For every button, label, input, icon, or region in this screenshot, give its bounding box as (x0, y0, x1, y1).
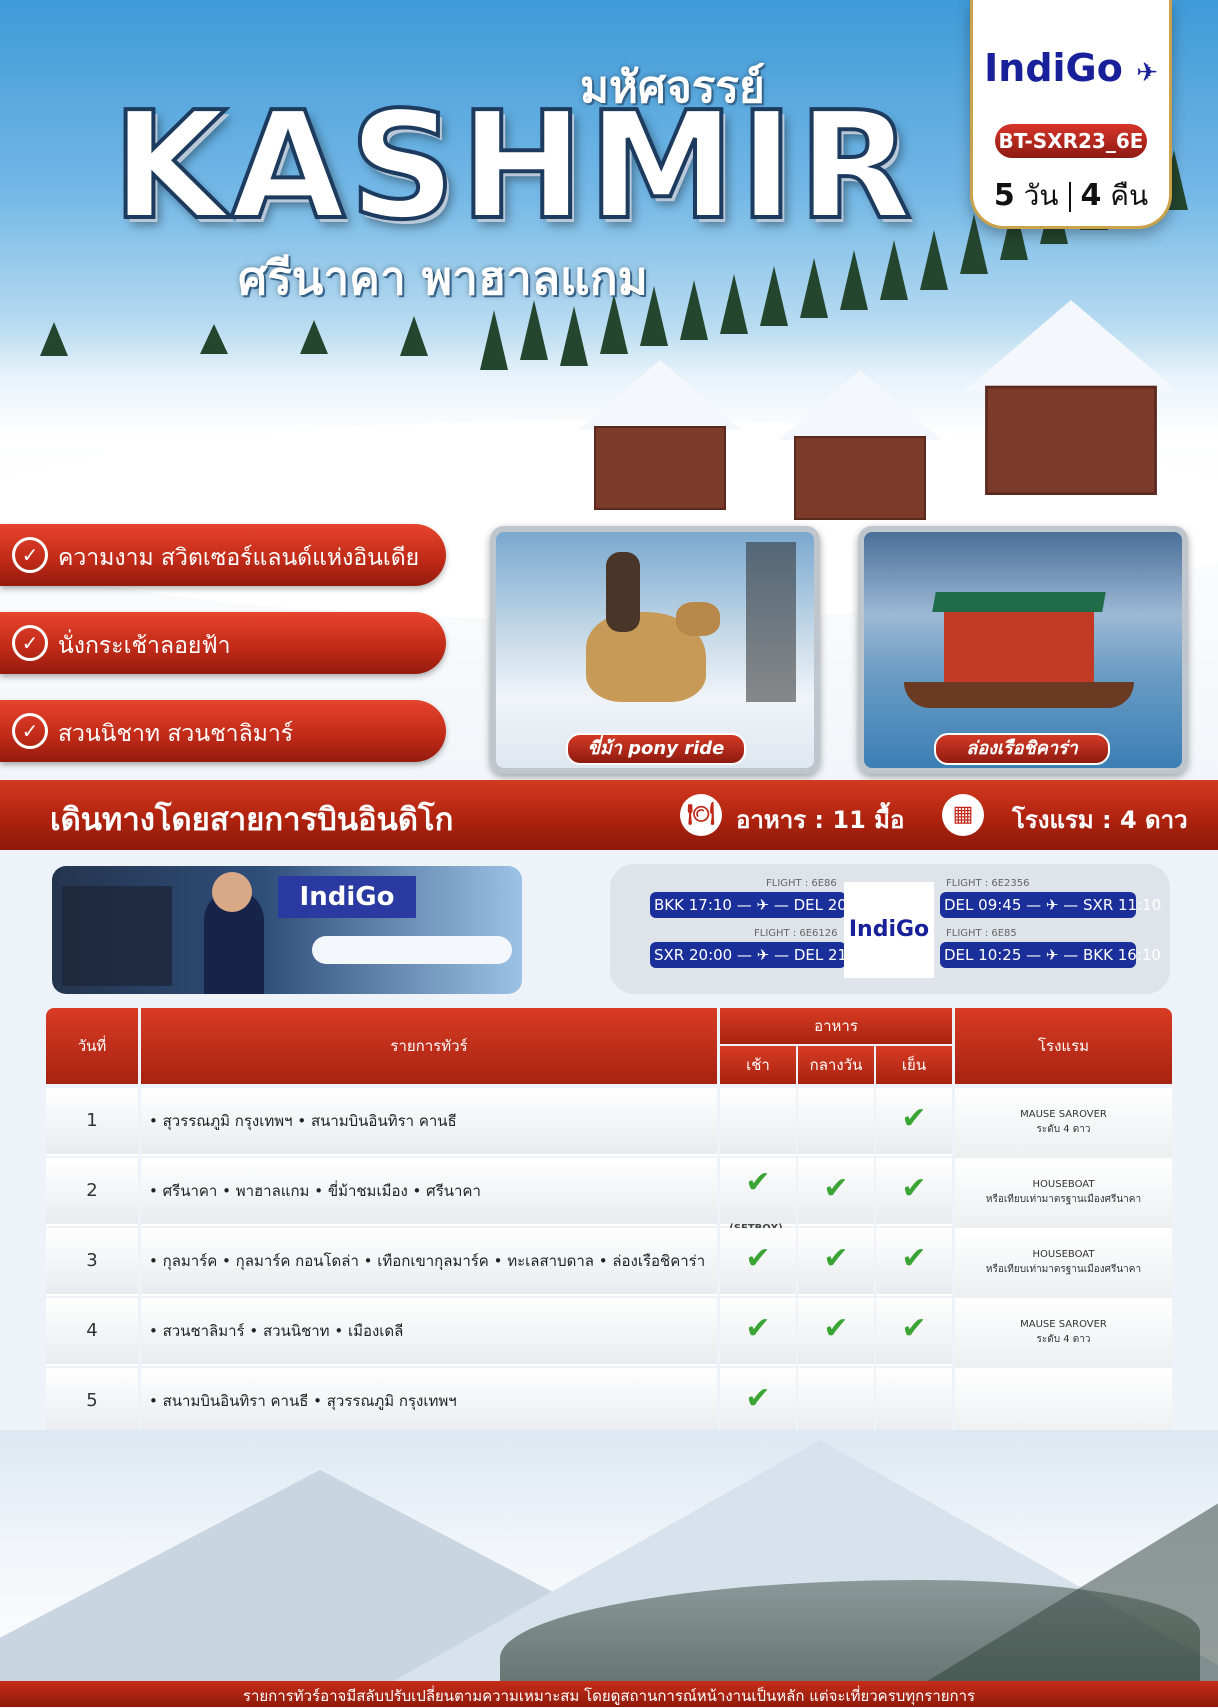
header-hotel: โรงแรม (955, 1008, 1172, 1084)
hotel-rating: โรงแรม : 4 ดาว (1012, 806, 1188, 834)
header-dinner: เย็น (876, 1046, 952, 1084)
flight-schedule: FLIGHT : 6E86 BKK 17:10 — ✈ — DEL 20:20 … (610, 864, 1170, 994)
table-row: 2 • ศรีนาคา • พาฮาลแกม • ขี่ม้าชมเมือง •… (46, 1158, 1172, 1245)
meal-icon: 🍽 (680, 794, 722, 836)
tour-code: BT-SXR23_6E (995, 124, 1147, 158)
table-row: 3 • กุลมาร์ค • กุลมาร์ค กอนโดล่า • เทือก… (46, 1228, 1172, 1315)
indigo-logo: IndiGo (844, 882, 934, 978)
indigo-logo: IndiGo ✈ (984, 46, 1158, 90)
flight-route: SXR 20:00 — ✈ — DEL 21:45 (650, 942, 871, 968)
mountain-scenery (0, 1430, 1218, 1707)
table-row: 1 • สุวรรณภูมิ กรุงเทพฯ • สนามบินอินทิรา… (46, 1088, 1172, 1175)
headline-kashmir: KASHMIR (110, 80, 916, 252)
header-day: วันที่ (46, 1008, 138, 1084)
check-icon (720, 1088, 796, 1156)
check-icon (876, 1368, 952, 1436)
indigo-logo: IndiGo (278, 876, 416, 918)
highlight-pill: ✓ ความงาม สวิตเซอร์แลนด์แห่งอินเดีย (0, 524, 446, 586)
check-icon: ✔ (876, 1158, 952, 1226)
check-circle-icon: ✓ (12, 537, 48, 573)
duration: 5 วัน 4 คืน (993, 178, 1149, 213)
hotel-icon: ▦ (942, 794, 984, 836)
plane-icon: ✈ (1136, 58, 1158, 88)
check-icon: ✔ (798, 1158, 874, 1226)
check-circle-icon: ✓ (12, 713, 48, 749)
headline-sub: ศรีนาคา พาฮาลแกม (238, 251, 648, 305)
check-icon: ✔ (720, 1368, 796, 1436)
airline-photo-banner: IndiGo (52, 866, 522, 994)
check-icon: ✔(SETBOX) (720, 1158, 796, 1234)
photo-caption: ล่องเรือชิคาร่า (934, 733, 1110, 765)
check-icon: ✔ (876, 1088, 952, 1156)
flight-route: DEL 09:45 — ✈ — SXR 11:10 (940, 892, 1161, 918)
highlight-pill: ✓ สวนนิชาท สวนชาลิมาร์ (0, 700, 446, 762)
header-breakfast: เช้า (720, 1046, 796, 1084)
meals-count: อาหาร : 11 มื้อ (736, 806, 905, 834)
check-icon: ✔ (798, 1228, 874, 1296)
flight-route: BKK 17:10 — ✈ — DEL 20:20 (650, 892, 871, 918)
photo-caption: ขี่ม้า pony ride (566, 733, 746, 765)
tour-badge: IndiGo ✈ BT-SXR23_6E 5 วัน 4 คืน (970, 0, 1172, 229)
airline-title: เดินทางโดยสายการบินอินดิโก (50, 802, 454, 838)
table-row: 4 • สวนชาลิมาร์ • สวนนิชาท • เมืองเดลี ✔… (46, 1298, 1172, 1385)
flight-route: DEL 10:25 — ✈ — BKK 16:10 (940, 942, 1161, 968)
footer-note: รายการทัวร์อาจมีสลับปรับเปลี่ยนตามความเห… (242, 1687, 976, 1705)
table-row: 5 • สนามบินอินทิรา คานธี • สุวรรณภูมิ กร… (46, 1368, 1172, 1455)
highlight-pill: ✓ นั่งกระเช้าลอยฟ้า (0, 612, 446, 674)
header-meals: อาหาร (720, 1008, 952, 1044)
check-icon (798, 1368, 874, 1436)
check-icon: ✔ (720, 1298, 796, 1366)
header-lunch: กลางวัน (798, 1046, 874, 1084)
check-icon: ✔ (876, 1228, 952, 1296)
check-icon: ✔ (876, 1298, 952, 1366)
header-program: รายการทัวร์ (141, 1008, 717, 1084)
check-circle-icon: ✓ (12, 625, 48, 661)
check-icon (798, 1088, 874, 1156)
check-icon: ✔ (798, 1298, 874, 1366)
check-icon: ✔ (720, 1228, 796, 1296)
